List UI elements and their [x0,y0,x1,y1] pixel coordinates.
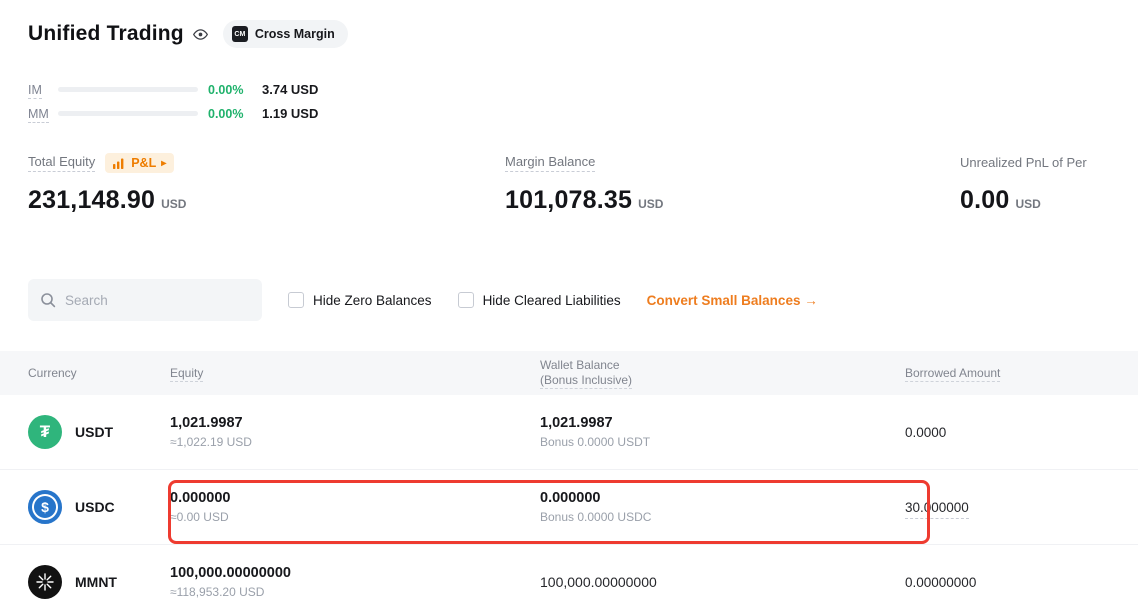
margin-balance-card: Margin Balance 101,078.35 USD [505,153,960,215]
equity-cell: 100,000.00000000 ≈118,953.20 USD [170,565,540,599]
pnl-button[interactable]: P&L ▸ [105,153,174,173]
page-title: Unified Trading [28,22,184,46]
equity-cell: 0.000000 ≈0.00 USD [170,490,540,524]
mm-label: MM [28,107,58,121]
unrealized-pnl-value: 0.00 [960,186,1009,215]
currency-cell: $ USDC [28,490,170,524]
margin-mode-label: Cross Margin [255,27,335,41]
margin-balance-label: Margin Balance [505,154,595,172]
mm-value: 1.19 USD [262,106,318,121]
usdt-coin-icon: ₮ [28,415,62,449]
filter-bar: Hide Zero Balances Hide Cleared Liabilit… [0,279,1138,321]
risk-rates: IM 0.00% 3.74 USD MM 0.00% 1.19 USD [0,80,1138,123]
mm-progress-bar [58,111,198,116]
unified-trading-page: Unified Trading CM Cross Margin IM 0.00%… [0,0,1138,601]
pnl-label: P&L [131,156,156,170]
mm-percent: 0.00% [208,107,256,121]
unrealized-pnl-card: Unrealized PnL of Per 0.00 USD [960,153,1138,215]
account-summary: Total Equity P&L ▸ 231,148.90 USD [0,153,1138,215]
currency-symbol: MMNT [75,574,117,590]
margin-mode-badge[interactable]: CM Cross Margin [223,20,348,48]
table-row-usdt[interactable]: ₮ USDT 1,021.9987 ≈1,022.19 USD 1,021.99… [0,395,1138,470]
im-progress-bar [58,87,198,92]
table-header: Currency Equity Wallet Balance (Bonus In… [0,351,1138,395]
usdc-coin-icon: $ [28,490,62,524]
hide-zero-balances-checkbox[interactable]: Hide Zero Balances [288,292,432,308]
borrowed-amount-cell[interactable]: 30.000000 [905,500,1138,515]
margin-balance-unit: USD [638,197,663,211]
asset-table: ₮ USDT 1,021.9987 ≈1,022.19 USD 1,021.99… [0,395,1138,601]
col-equity[interactable]: Equity [170,366,540,381]
im-percent: 0.00% [208,83,256,97]
search-icon [40,292,56,308]
col-wallet-balance[interactable]: Wallet Balance (Bonus Inclusive) [540,358,905,388]
page-header: Unified Trading CM Cross Margin [0,18,1138,50]
visibility-toggle[interactable] [192,26,209,43]
borrowed-amount-cell: 0.00000000 [905,575,1138,590]
margin-balance-value: 101,078.35 [505,186,632,215]
borrowed-amount-cell: 0.0000 [905,425,1138,440]
total-equity-label: Total Equity [28,154,95,172]
mmnt-coin-icon [28,565,62,599]
search-input[interactable] [65,293,250,308]
im-row: IM 0.00% 3.74 USD [28,80,1138,99]
col-borrowed-amount[interactable]: Borrowed Amount [905,366,1138,381]
im-label: IM [28,83,58,97]
hide-cleared-liabilities-checkbox[interactable]: Hide Cleared Liabilities [458,292,621,308]
wallet-balance-cell: 1,021.9987 Bonus 0.0000 USDT [540,415,905,449]
table-row-mmnt[interactable]: MMNT 100,000.00000000 ≈118,953.20 USD 10… [0,545,1138,601]
total-equity-unit: USD [161,197,186,211]
mm-row: MM 0.00% 1.19 USD [28,104,1138,123]
currency-symbol: USDT [75,424,113,440]
wallet-balance-cell: 0.000000 Bonus 0.0000 USDC [540,490,905,524]
equity-cell: 1,021.9987 ≈1,022.19 USD [170,415,540,449]
convert-small-balances-link[interactable]: Convert Small Balances → [647,293,818,308]
checkbox-icon [288,292,304,308]
search-box[interactable] [28,279,262,321]
currency-cell: ₮ USDT [28,415,170,449]
total-equity-card: Total Equity P&L ▸ 231,148.90 USD [28,153,505,215]
im-value: 3.74 USD [262,82,318,97]
total-equity-value: 231,148.90 [28,186,155,215]
currency-symbol: USDC [75,499,115,515]
checkbox-icon [458,292,474,308]
unrealized-pnl-label: Unrealized PnL of Per [960,155,1087,172]
eye-icon [192,26,209,43]
col-currency: Currency [28,366,170,381]
table-row-usdc[interactable]: $ USDC 0.000000 ≈0.00 USD 0.000000 Bonus… [0,470,1138,545]
currency-cell: MMNT [28,565,170,599]
cross-margin-icon: CM [232,26,248,42]
chevron-right-icon: ▸ [161,158,166,169]
pnl-chart-icon [113,158,126,169]
unrealized-pnl-unit: USD [1015,197,1040,211]
wallet-balance-cell: 100,000.00000000 [540,574,905,590]
